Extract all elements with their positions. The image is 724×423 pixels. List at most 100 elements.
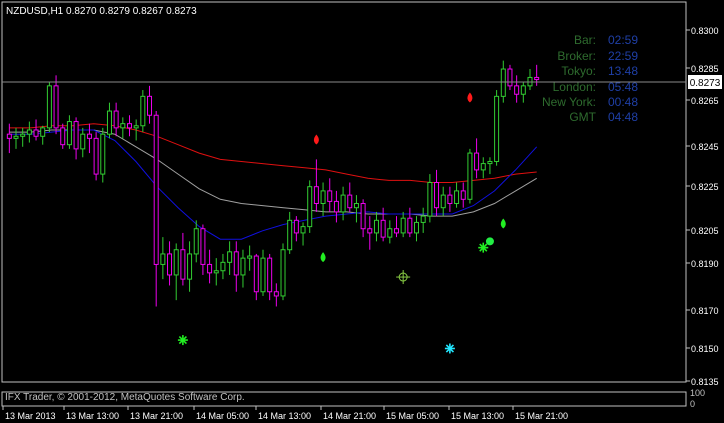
candle-body — [347, 194, 353, 209]
time-tick-label: 15 Mar 21:00 — [515, 411, 568, 421]
candle-body — [66, 121, 72, 146]
candle-body — [153, 114, 159, 265]
candle — [100, 127, 106, 183]
candle-body — [480, 163, 486, 171]
info-value-broker: 22:59 — [608, 49, 638, 63]
info-value-london: 05:48 — [608, 80, 638, 94]
info-value-bar: 02:59 — [608, 33, 638, 47]
candle-body — [73, 121, 79, 150]
time-tick-label: 15 Mar 13:00 — [451, 411, 504, 421]
candle-body — [187, 253, 193, 280]
candle — [46, 81, 52, 133]
time-tick-label: 14 Mar 21:00 — [323, 411, 376, 421]
time-tick-label: 13 Mar 13:00 — [66, 411, 119, 421]
price-tick-label: 0.8300 — [691, 26, 719, 36]
candle-body — [373, 219, 379, 234]
info-value-newyork: 00:48 — [608, 95, 638, 109]
candle-body — [227, 251, 233, 263]
candle-body — [313, 186, 319, 205]
candle-body — [287, 219, 293, 251]
info-label-newyork: New York: — [542, 95, 596, 109]
candle-body — [393, 228, 399, 234]
candle-body — [467, 152, 473, 200]
info-value-gmt: 04:48 — [608, 110, 638, 124]
candle-body — [267, 257, 273, 293]
candle — [494, 90, 500, 166]
candle — [93, 132, 99, 181]
candle — [280, 243, 286, 301]
candle-body — [220, 261, 226, 272]
candle — [467, 148, 473, 204]
candle-body — [93, 137, 99, 175]
candle — [140, 90, 146, 133]
candle-body — [240, 257, 246, 276]
candle-body — [207, 263, 213, 274]
candle-body — [507, 68, 513, 87]
candle-body — [86, 133, 92, 139]
candle-body — [447, 194, 453, 205]
green-star-marker — [478, 242, 489, 253]
candle-body — [454, 190, 460, 205]
indicator-axis-bottom: 0 — [690, 399, 695, 409]
time-tick-label: 15 Mar 05:00 — [386, 411, 439, 421]
candle-body — [333, 200, 339, 213]
candle-body — [474, 152, 480, 171]
candle-body — [353, 203, 359, 209]
candle-body — [253, 255, 259, 293]
candle-body — [414, 221, 420, 234]
candle-body — [13, 135, 19, 139]
candle-body — [300, 226, 306, 234]
candle-body — [340, 194, 346, 213]
info-label-london: London: — [553, 80, 596, 94]
time-tick-label: 14 Mar 13:00 — [258, 411, 311, 421]
candle-body — [420, 215, 426, 223]
info-value-tokyo: 13:48 — [608, 64, 638, 78]
candle-body — [440, 194, 446, 209]
candle-body — [6, 133, 12, 139]
candle — [60, 123, 66, 149]
candle-body — [46, 85, 52, 129]
candle-body — [80, 133, 86, 150]
candle-body — [100, 133, 106, 175]
price-tick-label: 0.8135 — [691, 377, 719, 387]
candle-body — [534, 76, 540, 81]
copyright-text: IFX Trader, © 2001-2012, MetaQuotes Soft… — [5, 392, 245, 403]
info-label-tokyo: Tokyo: — [561, 64, 596, 78]
candle-body — [26, 129, 32, 135]
candle-body — [387, 228, 393, 238]
candle-body — [494, 95, 500, 162]
candle-body — [260, 257, 266, 293]
candle-body — [213, 270, 219, 274]
candle-body — [320, 190, 326, 205]
candle-body — [487, 160, 493, 165]
candle-body — [247, 255, 253, 259]
candle-body — [167, 253, 173, 276]
candle-body — [193, 228, 199, 255]
candle-body — [307, 186, 313, 228]
candle-body — [460, 190, 466, 200]
candle-body — [380, 219, 386, 238]
time-tick-label: 14 Mar 05:00 — [196, 411, 249, 421]
candle-body — [434, 181, 440, 209]
candle-body — [20, 133, 26, 137]
candle-body — [53, 85, 59, 129]
candle-body — [273, 291, 279, 297]
candle-body — [360, 203, 366, 230]
candle — [307, 180, 313, 233]
price-tick-label: 0.8190 — [691, 259, 719, 269]
candle — [507, 64, 513, 91]
price-chart[interactable]: 0.8300 0.8285 0.8265 0.8245 0.8225 0.8205 0.81… — [0, 0, 724, 423]
green-star-marker — [177, 335, 188, 346]
candle-body — [113, 110, 119, 129]
info-label-gmt: GMT — [569, 110, 596, 124]
candle-body — [233, 251, 239, 276]
candle-body — [140, 95, 146, 127]
info-label-broker: Broker: — [557, 49, 596, 63]
candle-body — [500, 68, 506, 97]
candle-body — [280, 249, 286, 297]
candle-body — [133, 125, 139, 129]
candle-body — [160, 253, 166, 265]
candle-body — [520, 85, 526, 95]
candle-body — [120, 123, 126, 129]
candle-body — [427, 181, 433, 217]
